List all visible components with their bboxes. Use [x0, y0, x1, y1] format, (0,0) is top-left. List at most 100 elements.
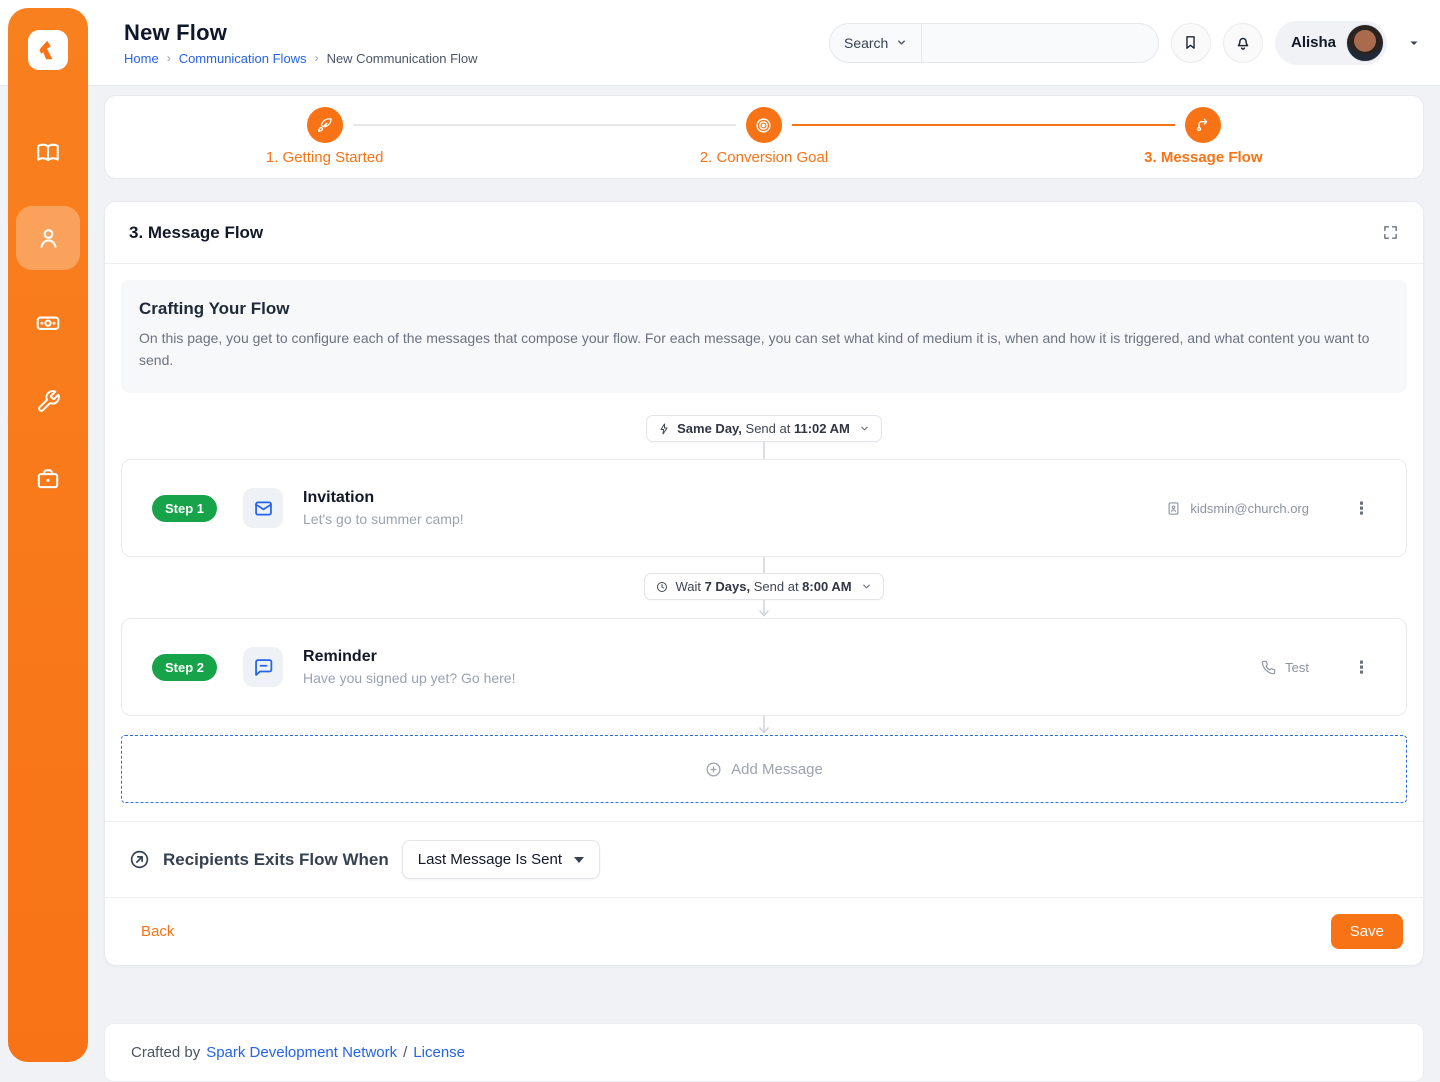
contact-card-icon	[1166, 501, 1181, 516]
sender-number: Test	[1285, 660, 1309, 675]
add-message-label: Add Message	[731, 761, 823, 778]
sidebar	[8, 8, 88, 1062]
panel-footer: Back Save	[105, 897, 1423, 965]
breadcrumb-separator: ›	[315, 51, 319, 65]
message-title: Reminder	[303, 648, 515, 666]
stepper-label: 3. Message Flow	[1144, 149, 1262, 166]
wizard-stepper: 1. Getting Started 2. Conversion Goal 3.…	[104, 95, 1424, 179]
briefcase-icon	[35, 466, 61, 492]
panel-title: 3. Message Flow	[129, 223, 263, 243]
caret-down-icon	[574, 857, 584, 863]
content-area: 1. Getting Started 2. Conversion Goal 3.…	[88, 87, 1440, 1070]
topbar: New Flow Home › Communication Flows › Ne…	[0, 0, 1440, 86]
trigger-bold: Same Day,	[677, 421, 742, 436]
flow-branch-icon	[1185, 107, 1221, 143]
sms-medium-tile	[243, 647, 283, 687]
rock-logo[interactable]	[28, 30, 68, 70]
connector-line	[756, 442, 772, 459]
book-icon	[35, 140, 61, 166]
bell-icon	[1234, 34, 1252, 52]
breadcrumb: Home › Communication Flows › New Communi…	[124, 51, 478, 66]
connector-line	[756, 557, 772, 573]
stepper-label: 1. Getting Started	[266, 149, 384, 166]
footer-separator: /	[403, 1044, 407, 1061]
user-menu[interactable]: Alisha	[1275, 21, 1387, 65]
stepper-step-message-flow[interactable]: 3. Message Flow	[984, 96, 1423, 178]
message-step-card-2[interactable]: Step 2 Reminder Have you signed up yet? …	[121, 618, 1407, 716]
kebab-menu-icon[interactable]: ⋮	[1353, 659, 1370, 676]
stepper-label: 2. Conversion Goal	[700, 149, 828, 166]
rock-logo-icon	[34, 36, 62, 64]
trigger-text: Send at	[750, 579, 802, 594]
sidebar-item-tools[interactable]	[16, 376, 80, 426]
expand-icon	[1382, 224, 1399, 241]
exit-condition-row: Recipients Exits Flow When Last Message …	[105, 821, 1423, 897]
notifications-button[interactable]	[1223, 23, 1263, 63]
user-menu-caret-icon[interactable]	[1408, 37, 1420, 49]
topbar-actions: Search Alisha	[829, 21, 1420, 65]
site-footer: Crafted by Spark Development Network / L…	[104, 1023, 1424, 1082]
person-icon	[35, 225, 62, 252]
message-step-card-1[interactable]: Step 1 Invitation Let's go to summer cam…	[121, 459, 1407, 557]
stepper-connector-1	[353, 124, 736, 126]
breadcrumb-home[interactable]: Home	[124, 51, 159, 66]
cash-icon	[35, 310, 61, 336]
footer-credit-text: Crafted by	[131, 1044, 200, 1061]
trigger-text: Wait	[675, 579, 704, 594]
trigger-bold: 11:02 AM	[794, 421, 850, 436]
arrow-up-right-circle-icon	[129, 849, 150, 870]
panel-header: 3. Message Flow	[105, 202, 1423, 264]
footer-link-spark[interactable]: Spark Development Network	[206, 1044, 397, 1061]
phone-icon	[1261, 660, 1276, 675]
user-name: Alisha	[1291, 34, 1336, 51]
sidebar-item-people[interactable]	[16, 206, 80, 270]
message-flow-panel: 3. Message Flow Crafting Your Flow On th…	[104, 201, 1424, 966]
step-badge: Step 1	[152, 495, 217, 522]
rocket-icon	[307, 107, 343, 143]
search-input[interactable]	[922, 24, 1158, 62]
message-title: Invitation	[303, 489, 464, 507]
info-title: Crafting Your Flow	[139, 299, 1389, 319]
search-scope-label: Search	[844, 35, 888, 51]
search-bar: Search	[829, 23, 1159, 63]
info-description: On this page, you get to configure each …	[139, 328, 1379, 371]
back-button[interactable]: Back	[141, 923, 174, 940]
save-button[interactable]: Save	[1331, 914, 1403, 949]
trigger-badge-same-day[interactable]: Same Day, Send at 11:02 AM	[646, 415, 882, 442]
bookmark-icon	[1182, 34, 1199, 51]
stepper-connector-2	[792, 124, 1175, 126]
breadcrumb-communication-flows[interactable]: Communication Flows	[179, 51, 307, 66]
breadcrumb-separator: ›	[167, 51, 171, 65]
arrow-down-connector	[755, 716, 773, 735]
page-title: New Flow	[124, 20, 478, 46]
message-text-block: Reminder Have you signed up yet? Go here…	[303, 648, 515, 686]
chevron-down-icon	[861, 581, 872, 592]
message-meta: kidsmin@church.org	[1166, 501, 1309, 516]
chevron-down-icon	[896, 37, 907, 48]
lightning-icon	[658, 423, 670, 435]
flow-builder: Same Day, Send at 11:02 AM Step 1 Invita…	[105, 415, 1423, 803]
bookmark-button[interactable]	[1171, 23, 1211, 63]
fullscreen-button[interactable]	[1382, 224, 1399, 241]
sender-address: kidsmin@church.org	[1190, 501, 1309, 516]
sidebar-item-finance[interactable]	[16, 298, 80, 348]
trigger-badge-wait-7-days[interactable]: Wait 7 Days, Send at 8:00 AM	[644, 573, 883, 600]
breadcrumb-current: New Communication Flow	[327, 51, 478, 66]
stepper-step-getting-started[interactable]: 1. Getting Started	[105, 96, 544, 178]
info-box: Crafting Your Flow On this page, you get…	[121, 280, 1407, 393]
search-scope-dropdown[interactable]: Search	[830, 24, 922, 62]
step-badge: Step 2	[152, 654, 217, 681]
arrow-down-connector	[755, 600, 773, 618]
footer-link-license[interactable]: License	[413, 1044, 465, 1061]
message-subtitle: Have you signed up yet? Go here!	[303, 670, 515, 686]
sidebar-item-workplace[interactable]	[16, 454, 80, 504]
envelope-icon	[253, 498, 274, 519]
avatar	[1346, 24, 1384, 62]
kebab-menu-icon[interactable]: ⋮	[1353, 500, 1370, 517]
stepper-step-conversion-goal[interactable]: 2. Conversion Goal	[544, 96, 983, 178]
trigger-bold: 8:00 AM	[802, 579, 851, 594]
exit-condition-select[interactable]: Last Message Is Sent	[402, 840, 600, 879]
exit-condition-value: Last Message Is Sent	[418, 851, 562, 868]
sidebar-item-library[interactable]	[16, 128, 80, 178]
add-message-button[interactable]: Add Message	[121, 735, 1407, 803]
